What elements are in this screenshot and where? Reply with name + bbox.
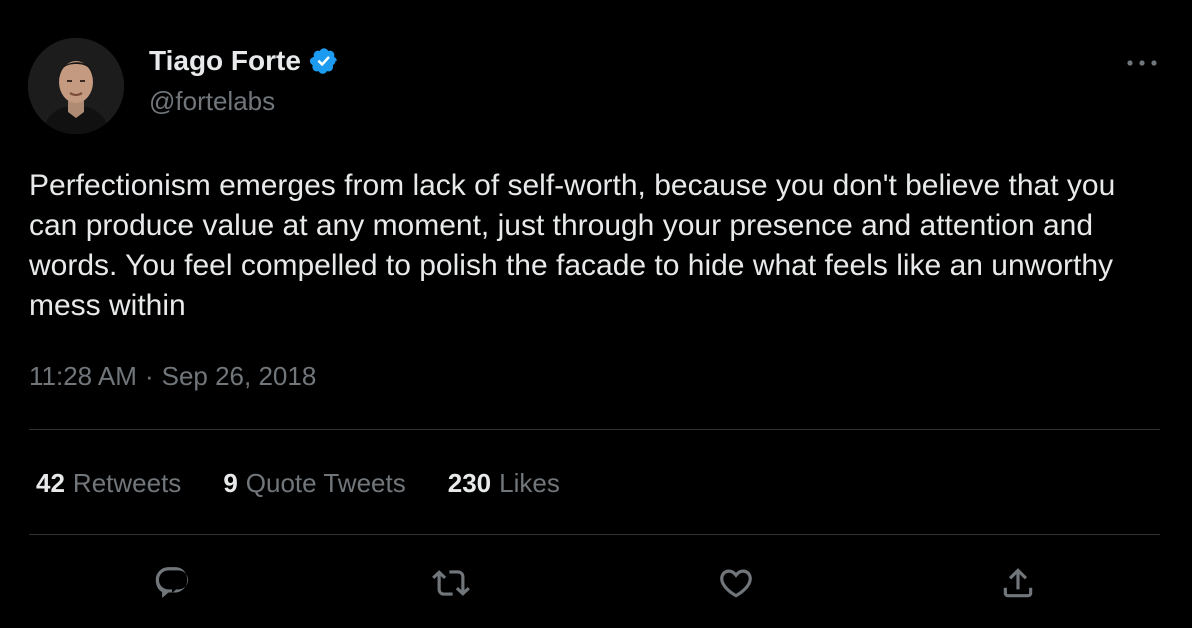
share-icon bbox=[1003, 568, 1033, 598]
tweet-card: Tiago Forte @fortelabs Perfectionism eme… bbox=[0, 0, 1192, 628]
author-handle[interactable]: @fortelabs bbox=[149, 85, 275, 117]
more-dots-icon bbox=[1127, 60, 1157, 66]
tweet-date[interactable]: Sep 26, 2018 bbox=[162, 359, 317, 393]
likes-label: Likes bbox=[499, 468, 560, 498]
author-avatar[interactable] bbox=[28, 38, 124, 134]
retweets-count: 42 bbox=[36, 468, 65, 498]
author-name[interactable]: Tiago Forte bbox=[149, 44, 339, 78]
share-button[interactable] bbox=[993, 558, 1043, 608]
retweet-icon bbox=[432, 570, 470, 596]
divider bbox=[29, 429, 1160, 430]
engagement-stats: 42 Retweets 9 Quote Tweets 230 Likes bbox=[36, 466, 560, 500]
like-icon bbox=[720, 569, 752, 598]
quote-tweets-label: Quote Tweets bbox=[245, 468, 406, 498]
action-bar bbox=[0, 558, 1192, 608]
retweets-stat[interactable]: 42 Retweets bbox=[36, 466, 181, 500]
quote-tweets-stat[interactable]: 9 Quote Tweets bbox=[223, 466, 405, 500]
likes-stat[interactable]: 230 Likes bbox=[448, 466, 560, 500]
tweet-timestamp: 11:28 AM · Sep 26, 2018 bbox=[29, 359, 316, 393]
more-options-button[interactable] bbox=[1122, 50, 1162, 76]
verified-badge-icon bbox=[309, 46, 339, 76]
likes-count: 230 bbox=[447, 468, 492, 498]
avatar-image bbox=[28, 38, 124, 134]
retweets-label: Retweets bbox=[72, 468, 182, 498]
tweet-time[interactable]: 11:28 AM bbox=[29, 359, 137, 393]
meta-separator: · bbox=[144, 361, 154, 391]
reply-button[interactable] bbox=[147, 558, 197, 608]
quote-tweets-count: 9 bbox=[223, 468, 238, 498]
reply-icon bbox=[155, 567, 189, 599]
like-button[interactable] bbox=[711, 558, 761, 608]
tweet-text: Perfectionism emerges from lack of self-… bbox=[29, 169, 1116, 322]
divider bbox=[29, 534, 1160, 535]
retweet-button[interactable] bbox=[426, 558, 476, 608]
author-name-text[interactable]: Tiago Forte bbox=[149, 44, 301, 78]
